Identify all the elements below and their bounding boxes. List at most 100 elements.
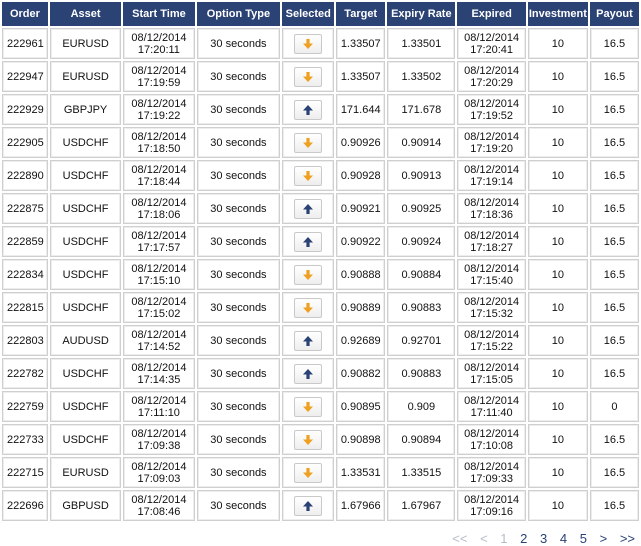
target-cell: 1.33507: [336, 28, 386, 59]
order-cell: 222834: [2, 259, 48, 290]
start-date: 08/12/2014: [131, 163, 187, 176]
start-clock: 17:15:02: [137, 307, 181, 320]
expired-date: 08/12/2014: [464, 493, 520, 506]
table-row: 222733 USDCHF 08/12/2014 17:09:38 30 seconds…: [2, 424, 639, 455]
expiry-rate-cell: 0.90914: [387, 127, 456, 158]
payout-cell: 16.5: [589, 325, 639, 356]
selected-cell: [282, 259, 335, 290]
order-cell: 222875: [2, 193, 48, 224]
header-expired[interactable]: Expired: [457, 2, 526, 26]
page-link-5[interactable]: 5: [580, 531, 587, 546]
expired-cell: 08/12/2014 17:15:05: [457, 358, 526, 389]
page-link-3[interactable]: 3: [540, 531, 547, 546]
order-cell: 222696: [2, 490, 48, 521]
down-arrow-icon: [294, 165, 323, 186]
table-row: 222905 USDCHF 08/12/2014 17:18:50 30 seconds…: [2, 127, 639, 158]
last-page-link[interactable]: >>: [620, 531, 635, 546]
target-cell: 0.90926: [336, 127, 386, 158]
selected-cell: [282, 424, 335, 455]
investment-cell: 10: [527, 28, 588, 59]
expiry-rate-cell: 0.90883: [387, 358, 456, 389]
expired-clock: 17:20:41: [470, 43, 514, 56]
down-arrow-icon: [294, 297, 323, 318]
expired-clock: 17:19:20: [470, 142, 514, 155]
payout-cell: 16.5: [589, 193, 639, 224]
prev-page-link[interactable]: <: [480, 531, 488, 546]
header-target[interactable]: Target: [336, 2, 386, 26]
start-clock: 17:18:50: [137, 142, 181, 155]
start-time-cell: 08/12/2014 17:18:50: [123, 127, 195, 158]
investment-cell: 10: [527, 391, 588, 422]
start-date: 08/12/2014: [131, 130, 187, 143]
target-cell: 0.90882: [336, 358, 386, 389]
option-type-cell: 30 seconds: [196, 292, 281, 323]
start-date: 08/12/2014: [131, 64, 187, 77]
target-cell: 1.33531: [336, 457, 386, 488]
page-link-1[interactable]: 1: [500, 531, 507, 546]
expired-clock: 17:15:22: [470, 340, 514, 353]
payout-cell: 16.5: [589, 259, 639, 290]
option-type-cell: 30 seconds: [196, 61, 281, 92]
selected-cell: [282, 391, 335, 422]
order-cell: 222859: [2, 226, 48, 257]
header-asset[interactable]: Asset: [49, 2, 122, 26]
header-expiry-rate[interactable]: Expiry Rate: [387, 2, 456, 26]
page-link-4[interactable]: 4: [560, 531, 567, 546]
expiry-rate-cell: 0.90913: [387, 160, 456, 191]
expired-date: 08/12/2014: [464, 31, 520, 44]
header-option-type[interactable]: Option Type: [196, 2, 281, 26]
header-payout[interactable]: Payout: [589, 2, 639, 26]
expiry-rate-cell: 1.33515: [387, 457, 456, 488]
expired-date: 08/12/2014: [464, 328, 520, 341]
expired-date: 08/12/2014: [464, 64, 520, 77]
target-cell: 0.90921: [336, 193, 386, 224]
start-time-cell: 08/12/2014 17:09:38: [123, 424, 195, 455]
header-selected[interactable]: Selected: [282, 2, 335, 26]
payout-cell: 16.5: [589, 160, 639, 191]
option-type-cell: 30 seconds: [196, 127, 281, 158]
investment-cell: 10: [527, 292, 588, 323]
start-date: 08/12/2014: [131, 196, 187, 209]
expired-clock: 17:18:27: [470, 241, 514, 254]
up-arrow-icon: [294, 198, 323, 219]
up-arrow-icon: [294, 495, 323, 516]
start-time-cell: 08/12/2014 17:14:52: [123, 325, 195, 356]
next-page-link[interactable]: >: [600, 531, 608, 546]
start-date: 08/12/2014: [131, 427, 187, 440]
header-start-time[interactable]: Start Time: [123, 2, 195, 26]
payout-cell: 0: [589, 391, 639, 422]
selected-cell: [282, 127, 335, 158]
expired-date: 08/12/2014: [464, 295, 520, 308]
header-order[interactable]: Order: [2, 2, 48, 26]
down-arrow-icon: [294, 132, 323, 153]
expired-clock: 17:15:32: [470, 307, 514, 320]
order-cell: 222947: [2, 61, 48, 92]
table-header-row: Order Asset Start Time Option Type Selec…: [2, 2, 639, 26]
selected-cell: [282, 160, 335, 191]
option-type-cell: 30 seconds: [196, 226, 281, 257]
payout-cell: 16.5: [589, 358, 639, 389]
expired-clock: 17:15:40: [470, 274, 514, 287]
start-time-cell: 08/12/2014 17:08:46: [123, 490, 195, 521]
expired-clock: 17:20:29: [470, 76, 514, 89]
option-type-cell: 30 seconds: [196, 391, 281, 422]
pagination: << < 1 2 3 4 5 > >>: [443, 531, 635, 546]
header-investment[interactable]: Investment: [527, 2, 588, 26]
first-page-link[interactable]: <<: [452, 531, 467, 546]
table-row: 222875 USDCHF 08/12/2014 17:18:06 30 seconds…: [2, 193, 639, 224]
expiry-rate-cell: 1.33502: [387, 61, 456, 92]
expired-date: 08/12/2014: [464, 163, 520, 176]
target-cell: 171.644: [336, 94, 386, 125]
page-link-2[interactable]: 2: [520, 531, 527, 546]
start-date: 08/12/2014: [131, 262, 187, 275]
asset-cell: EURUSD: [49, 28, 122, 59]
order-cell: 222803: [2, 325, 48, 356]
up-arrow-icon: [294, 363, 323, 384]
option-type-cell: 30 seconds: [196, 193, 281, 224]
investment-cell: 10: [527, 127, 588, 158]
target-cell: 0.90888: [336, 259, 386, 290]
start-time-cell: 08/12/2014 17:15:10: [123, 259, 195, 290]
payout-cell: 16.5: [589, 94, 639, 125]
start-clock: 17:18:06: [137, 208, 181, 221]
target-cell: 0.90889: [336, 292, 386, 323]
